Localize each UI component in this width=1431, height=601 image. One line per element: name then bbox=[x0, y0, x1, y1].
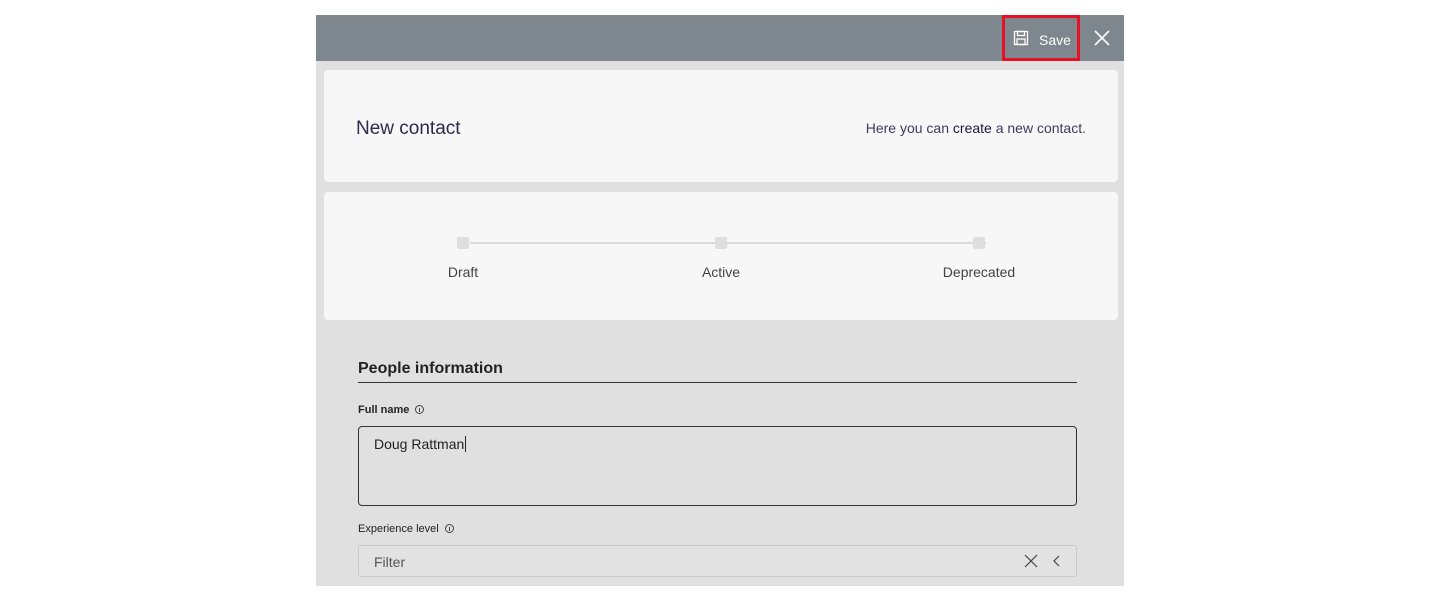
full-name-field[interactable]: Doug Rattman bbox=[358, 426, 1077, 506]
experience-level-label-text: Experience level bbox=[358, 523, 439, 535]
full-name-value: Doug Rattman bbox=[374, 436, 467, 452]
header-card: New contact Here you can create a new co… bbox=[324, 70, 1118, 182]
stage-dot-deprecated[interactable] bbox=[973, 237, 985, 249]
section-title: People information bbox=[358, 360, 503, 377]
save-button[interactable]: Save bbox=[1002, 15, 1080, 61]
info-icon[interactable] bbox=[444, 524, 454, 533]
stage-connector-line bbox=[470, 242, 986, 244]
description-suffix: a new contact. bbox=[991, 120, 1086, 136]
page-title: New contact bbox=[356, 118, 461, 139]
stage-dot-draft[interactable] bbox=[457, 237, 469, 249]
clear-icon[interactable] bbox=[1024, 554, 1038, 568]
close-icon[interactable] bbox=[1090, 26, 1114, 50]
stage-label-draft: Draft bbox=[447, 264, 479, 280]
full-name-label-text: Full name bbox=[358, 404, 410, 416]
stage-progress-card: Draft Active Deprecated bbox=[324, 192, 1118, 320]
stage-label-deprecated: Deprecated bbox=[942, 264, 1016, 280]
new-contact-dialog: Save New contact Here you can create a n… bbox=[316, 15, 1124, 586]
floppy-disk-icon bbox=[1013, 30, 1029, 46]
full-name-label: Full name bbox=[358, 404, 425, 416]
description-emphasis: create bbox=[952, 120, 992, 136]
experience-level-filter[interactable]: Filter bbox=[358, 545, 1077, 577]
stage-dot-active[interactable] bbox=[715, 237, 727, 249]
save-button-label: Save bbox=[1039, 32, 1071, 48]
dialog-toolbar: Save bbox=[316, 15, 1124, 61]
experience-level-label: Experience level bbox=[358, 523, 454, 535]
section-divider bbox=[358, 382, 1077, 383]
info-icon[interactable] bbox=[415, 405, 425, 414]
description-prefix: Here you can bbox=[865, 120, 953, 136]
stage-label-active: Active bbox=[701, 264, 741, 280]
page-description: Here you can create a new contact. bbox=[866, 120, 1086, 136]
filter-placeholder: Filter bbox=[374, 554, 406, 570]
chevron-left-icon[interactable] bbox=[1050, 554, 1064, 568]
